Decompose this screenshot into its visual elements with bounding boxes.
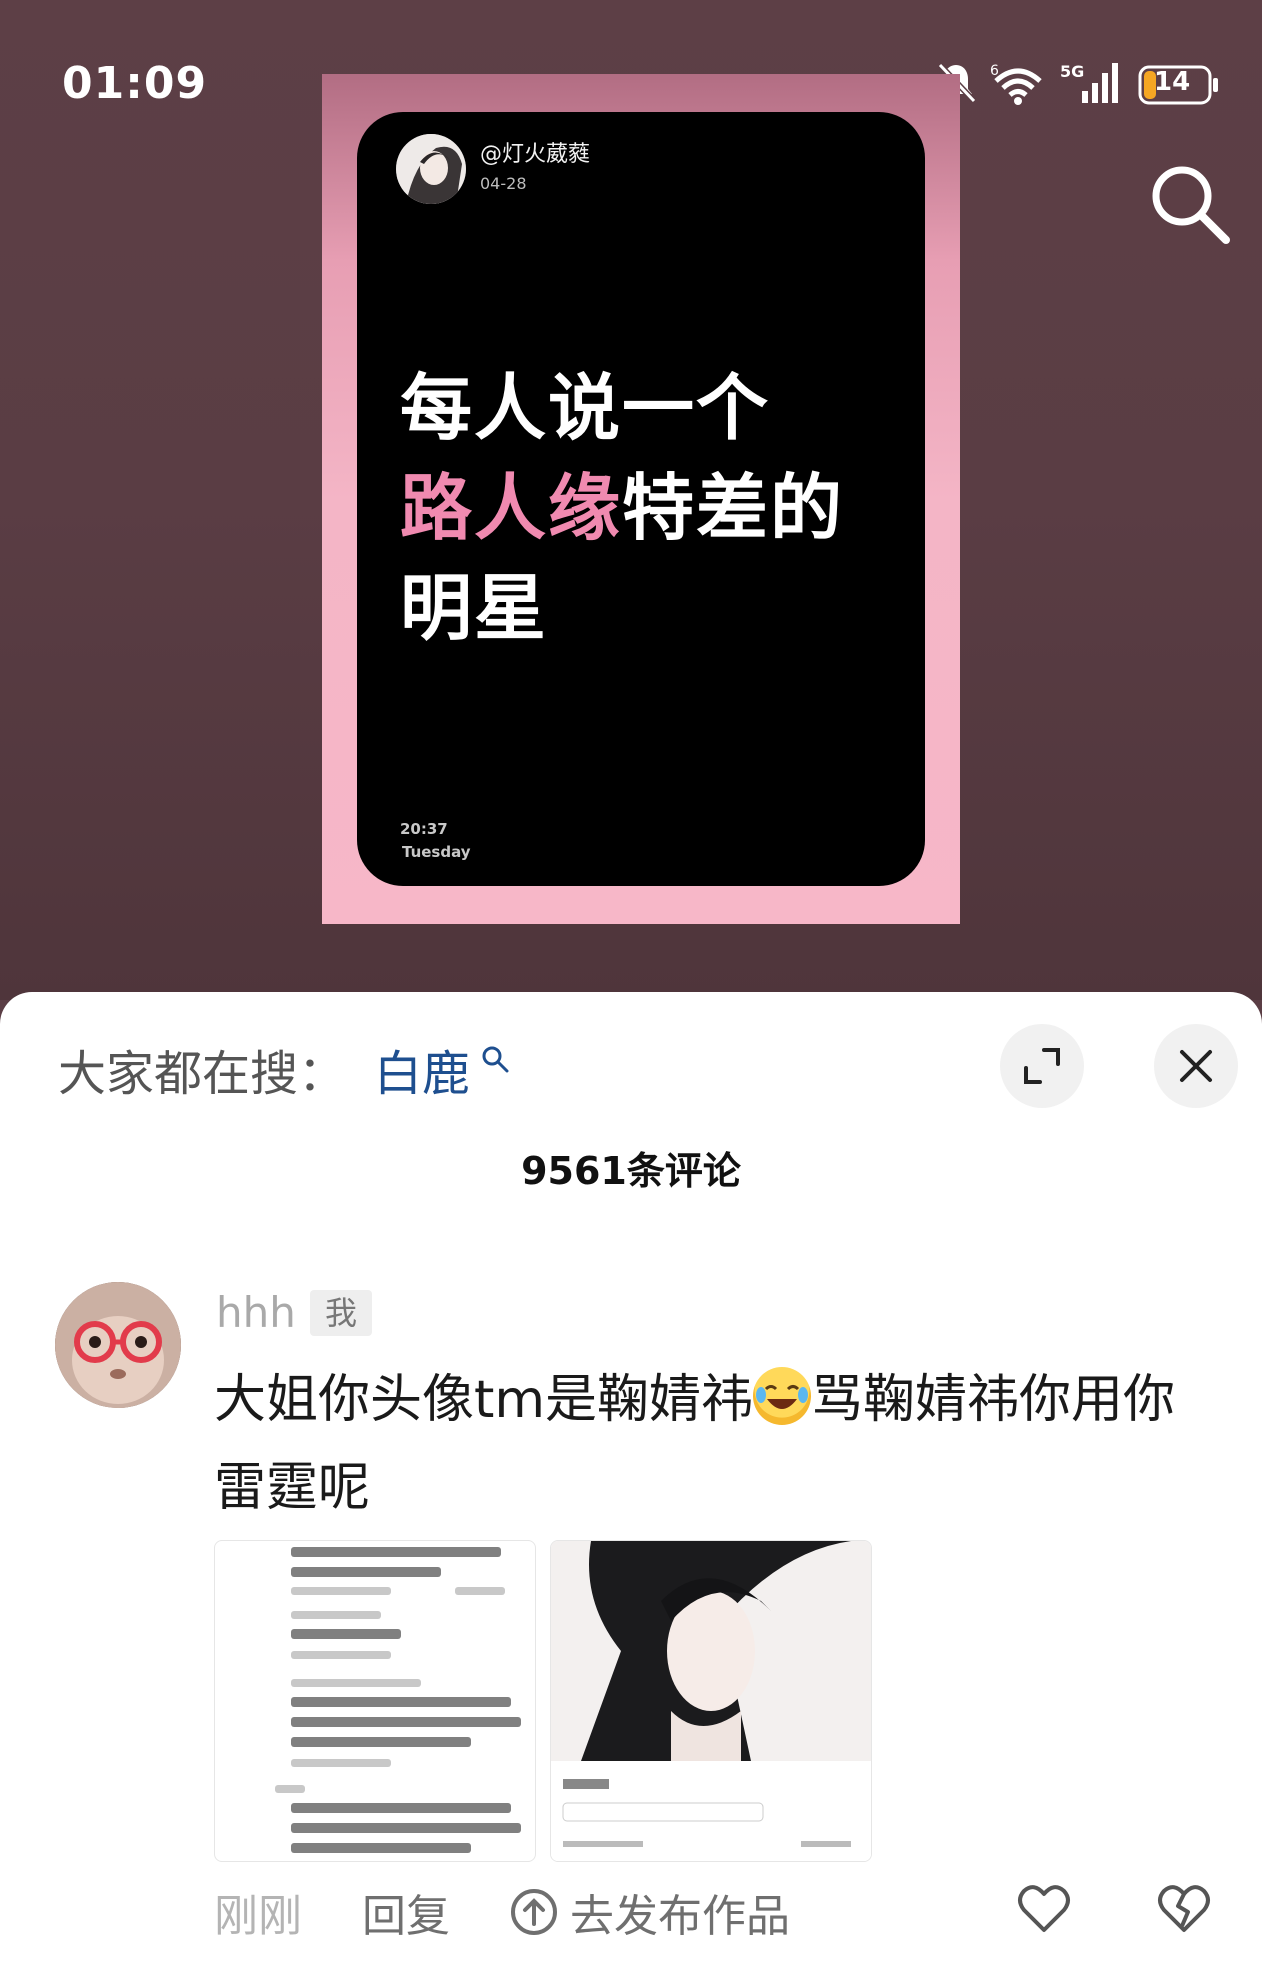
like-heart-icon[interactable] bbox=[1016, 1880, 1072, 1936]
post-text-line3: 明星 bbox=[400, 566, 549, 650]
post-highlight-text: 路人缘 bbox=[400, 466, 623, 550]
network-label: 5G bbox=[1060, 62, 1084, 81]
comment-text-part1: 大姐你头像tm是鞠婧祎 bbox=[214, 1370, 754, 1430]
trending-search-icon[interactable] bbox=[480, 1044, 510, 1074]
search-icon[interactable] bbox=[1148, 162, 1232, 246]
comments-count: 9561条评论 bbox=[521, 1149, 741, 1193]
me-badge: 我 bbox=[310, 1290, 372, 1336]
post-text-line2: 路人缘特差的 bbox=[400, 460, 844, 556]
dislike-broken-heart-icon[interactable] bbox=[1156, 1880, 1212, 1936]
signal-icon: 5G bbox=[1060, 61, 1124, 109]
reply-button[interactable]: 回复 bbox=[362, 1880, 450, 1944]
expand-button[interactable] bbox=[1000, 1024, 1084, 1108]
avatar-image-thumbnail[interactable] bbox=[550, 1540, 872, 1862]
close-icon bbox=[1180, 1050, 1212, 1082]
commenter-avatar[interactable] bbox=[55, 1282, 181, 1408]
trending-term-link[interactable]: 白鹿 bbox=[374, 1034, 470, 1104]
publish-work-button[interactable]: 去发布作品 bbox=[570, 1880, 790, 1944]
post-date: 04-28 bbox=[480, 174, 527, 193]
post-author-name: @灯火葳蕤 bbox=[480, 142, 591, 167]
comment-text-part2: 骂鞠婧祎你用你 bbox=[811, 1370, 1176, 1430]
close-button[interactable] bbox=[1154, 1024, 1238, 1108]
comment-time: 刚刚 bbox=[214, 1891, 302, 1942]
trending-prefix: 大家都在搜： bbox=[58, 1046, 347, 1102]
post-text-line1: 每人说一个 bbox=[400, 366, 771, 450]
battery-level: 14 bbox=[1154, 67, 1191, 97]
wifi-icon: 6 bbox=[990, 61, 1046, 109]
post-time: 20:37 bbox=[400, 820, 448, 838]
battery-icon: 14 bbox=[1138, 63, 1220, 107]
laughing-crying-emoji-icon bbox=[753, 1367, 812, 1425]
comment-text-line1: 大姐你头像tm是鞠婧祎 骂鞠婧祎你用你 bbox=[214, 1356, 1214, 1444]
status-icons: 6 5G 14 bbox=[936, 60, 1220, 110]
post-text-line2-rest: 特差的 bbox=[622, 466, 845, 550]
comment-text-line2: 雷霆呢 bbox=[214, 1458, 371, 1518]
status-time: 01:09 bbox=[62, 58, 208, 109]
post-author-avatar bbox=[396, 134, 466, 204]
expand-icon bbox=[1024, 1048, 1060, 1084]
comment-screenshot-thumbnail[interactable] bbox=[214, 1540, 536, 1862]
post-weekday: Tuesday bbox=[402, 843, 471, 861]
upload-icon[interactable] bbox=[510, 1888, 558, 1936]
commenter-name[interactable]: hhh bbox=[216, 1288, 296, 1337]
